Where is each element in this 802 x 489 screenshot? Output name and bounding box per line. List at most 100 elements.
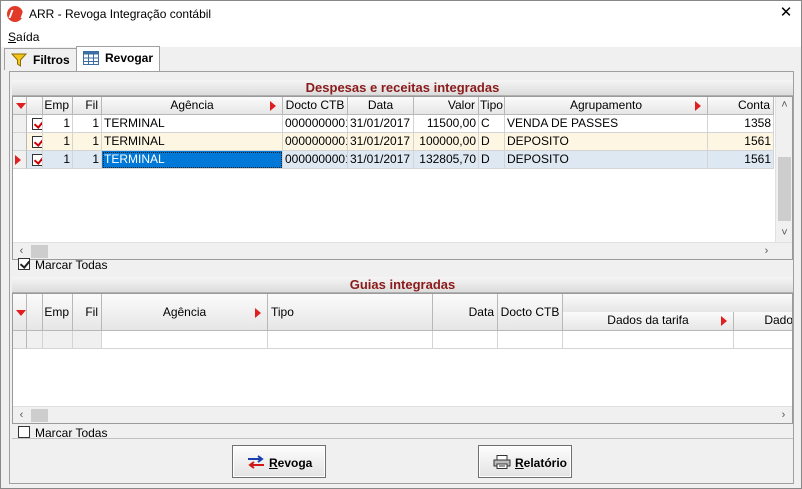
menu-bar: Saída — [1, 27, 801, 47]
cell-agrupamento[interactable]: VENDA DE PASSES — [505, 115, 708, 133]
row-check-cell[interactable] — [27, 331, 43, 349]
cell-tipo — [268, 331, 433, 349]
despesas-section-title: Despesas e receitas integradas — [12, 80, 793, 96]
header-valor[interactable]: Valor — [414, 97, 479, 115]
header-emp[interactable]: Emp — [43, 97, 73, 115]
cell-data — [433, 331, 498, 349]
cell-agencia[interactable]: TERMINAL — [102, 133, 283, 151]
header-agrupamento-label: Agrupamento — [569, 98, 643, 112]
indicator-header[interactable] — [13, 294, 27, 331]
scroll-down-button[interactable]: ˅ — [776, 225, 792, 242]
cell-emp — [43, 331, 73, 349]
tab-filtros[interactable]: Filtros — [4, 48, 77, 70]
header-dados-tarifa[interactable]: Dados da tarifa — [563, 312, 734, 331]
row-indicator — [13, 115, 27, 133]
close-button[interactable]: ✕ — [771, 1, 801, 25]
header-agencia[interactable]: Agência — [102, 294, 268, 331]
scroll-thumb[interactable] — [778, 157, 791, 221]
cell-conta: 1561 — [708, 133, 774, 151]
cell-conta: 1561 — [708, 151, 774, 169]
relatorio-button[interactable]: Relatório — [478, 445, 572, 478]
row-check-cell[interactable] — [27, 133, 43, 151]
scroll-up-button[interactable]: ˄ — [776, 97, 792, 114]
row-check-cell[interactable] — [27, 151, 43, 169]
relatorio-mnemonic: R — [515, 456, 524, 470]
sort-down-icon — [16, 310, 26, 316]
cell-tipo: C — [479, 115, 505, 133]
header-agencia[interactable]: Agência — [102, 97, 283, 115]
header-data[interactable]: Data — [433, 294, 498, 331]
scroll-left-button[interactable]: ‹ — [13, 407, 30, 423]
revoga-label-rest: evoga — [277, 456, 313, 470]
guias-grid[interactable]: Emp Fil Agência Tipo Data Docto CTB Dado… — [12, 293, 793, 424]
cell-valor: 132805,70 — [414, 151, 479, 169]
header-tipo[interactable]: Tipo — [479, 97, 505, 115]
scroll-right-button[interactable]: › — [758, 243, 775, 259]
horizontal-scrollbar[interactable]: ‹ › — [13, 242, 792, 259]
row-check-cell[interactable] — [27, 115, 43, 133]
marcar-todas-checkbox[interactable] — [18, 258, 30, 270]
header-fil[interactable]: Fil — [73, 97, 102, 115]
cell-agrupamento[interactable]: DEPOSITO — [505, 151, 708, 169]
cell-valor: 100000,00 — [414, 133, 479, 151]
header-tipo[interactable]: Tipo — [268, 294, 433, 331]
horizontal-scrollbar[interactable]: ‹ › — [13, 406, 792, 423]
cell-fil: 1 — [73, 133, 102, 151]
header-docto-ctb[interactable]: Docto CTB — [498, 294, 563, 331]
cell-data: 31/01/2017 — [348, 151, 414, 169]
scroll-right-button[interactable]: › — [775, 407, 792, 423]
relatorio-label-rest: elatório — [523, 456, 568, 470]
cell-data: 31/01/2017 — [348, 115, 414, 133]
sort-down-icon — [16, 103, 26, 109]
cell-dado — [734, 331, 792, 349]
menu-saida[interactable]: Saída — [8, 30, 39, 44]
header-data[interactable]: Data — [348, 97, 414, 115]
scroll-thumb[interactable] — [31, 409, 48, 422]
revogar-panel: Despesas e receitas integradas Emp Fil A… — [9, 71, 794, 484]
header-group — [563, 294, 792, 313]
scroll-thumb[interactable] — [31, 245, 48, 258]
header-docto-ctb[interactable]: Docto CTB — [283, 97, 348, 115]
cell-fil — [73, 331, 102, 349]
relatorio-label: Relatório — [515, 456, 567, 470]
cell-tipo: D — [479, 133, 505, 151]
current-row-icon — [15, 155, 21, 165]
despesas-grid[interactable]: Emp Fil Agência Docto CTB Data Valor Tip… — [12, 96, 793, 260]
row-checkbox[interactable] — [32, 136, 42, 148]
cell-data: 31/01/2017 — [348, 133, 414, 151]
tab-revogar[interactable]: Revogar — [76, 46, 160, 71]
cell-docto-ctb: 0000000001 — [283, 115, 348, 133]
header-conta[interactable]: Conta — [708, 97, 774, 115]
vertical-scrollbar[interactable]: ˄ ˅ — [775, 97, 792, 242]
cell-docto-ctb: 0000000001 — [283, 151, 348, 169]
revoke-arrows-icon — [248, 455, 264, 469]
header-dados-tarifa-label: Dados da tarifa — [607, 313, 689, 327]
cell-fil: 1 — [73, 115, 102, 133]
marcar-todas-checkbox[interactable] — [18, 426, 30, 438]
header-dado[interactable]: Dado — [734, 312, 792, 331]
header-agencia-label: Agência — [162, 305, 207, 319]
cell-docto-ctb — [498, 331, 563, 349]
header-fil[interactable]: Fil — [73, 294, 102, 331]
cell-emp: 1 — [43, 133, 73, 151]
cell-emp: 1 — [43, 151, 73, 169]
revoga-button[interactable]: Revoga — [232, 445, 326, 478]
divider — [12, 438, 793, 439]
revoga-mnemonic: R — [269, 456, 278, 470]
cell-agencia[interactable] — [102, 331, 268, 349]
cell-agencia-selected[interactable]: TERMINAL — [102, 151, 283, 169]
header-agrupamento[interactable]: Agrupamento — [505, 97, 708, 115]
lookup-arrow-icon — [255, 308, 261, 318]
row-checkbox[interactable] — [32, 154, 42, 166]
cell-agrupamento[interactable]: DEPOSITO — [505, 133, 708, 151]
check-header — [27, 97, 43, 115]
lookup-arrow-icon — [721, 316, 727, 326]
header-emp[interactable]: Emp — [43, 294, 73, 331]
row-checkbox[interactable] — [32, 118, 42, 130]
lookup-arrow-icon — [270, 101, 276, 111]
indicator-header[interactable] — [13, 97, 27, 115]
cell-conta: 1358 — [708, 115, 774, 133]
cell-dados-tarifa — [563, 331, 734, 349]
row-indicator — [13, 151, 27, 169]
cell-agencia[interactable]: TERMINAL — [102, 115, 283, 133]
